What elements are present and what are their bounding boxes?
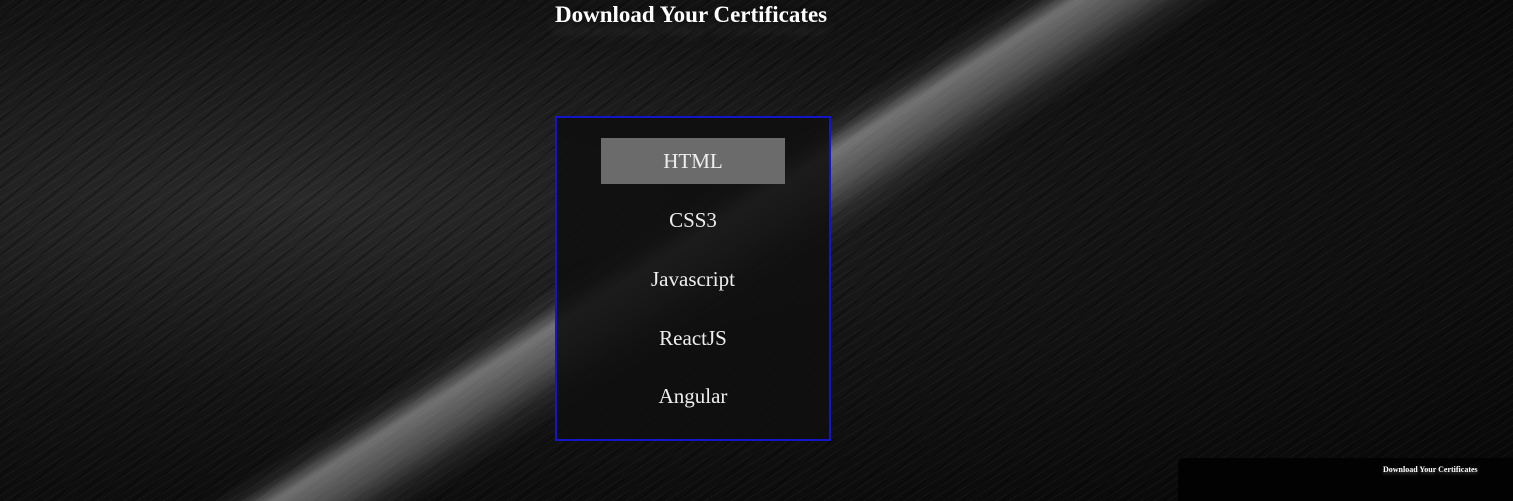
certificate-item-javascript[interactable]: Javascript <box>601 256 785 302</box>
certificate-item-css3[interactable]: CSS3 <box>601 197 785 243</box>
preview-thumbnail[interactable]: Download Your Certificates <box>1178 458 1513 501</box>
page-title: Download Your Certificates <box>555 2 828 27</box>
certificate-menu: HTML CSS3 Javascript ReactJS Angular <box>555 116 831 441</box>
certificate-item-angular[interactable]: Angular <box>601 373 785 419</box>
preview-title: Download Your Certificates <box>1383 465 1478 474</box>
certificate-item-reactjs[interactable]: ReactJS <box>601 315 785 361</box>
certificate-item-html[interactable]: HTML <box>601 138 785 184</box>
